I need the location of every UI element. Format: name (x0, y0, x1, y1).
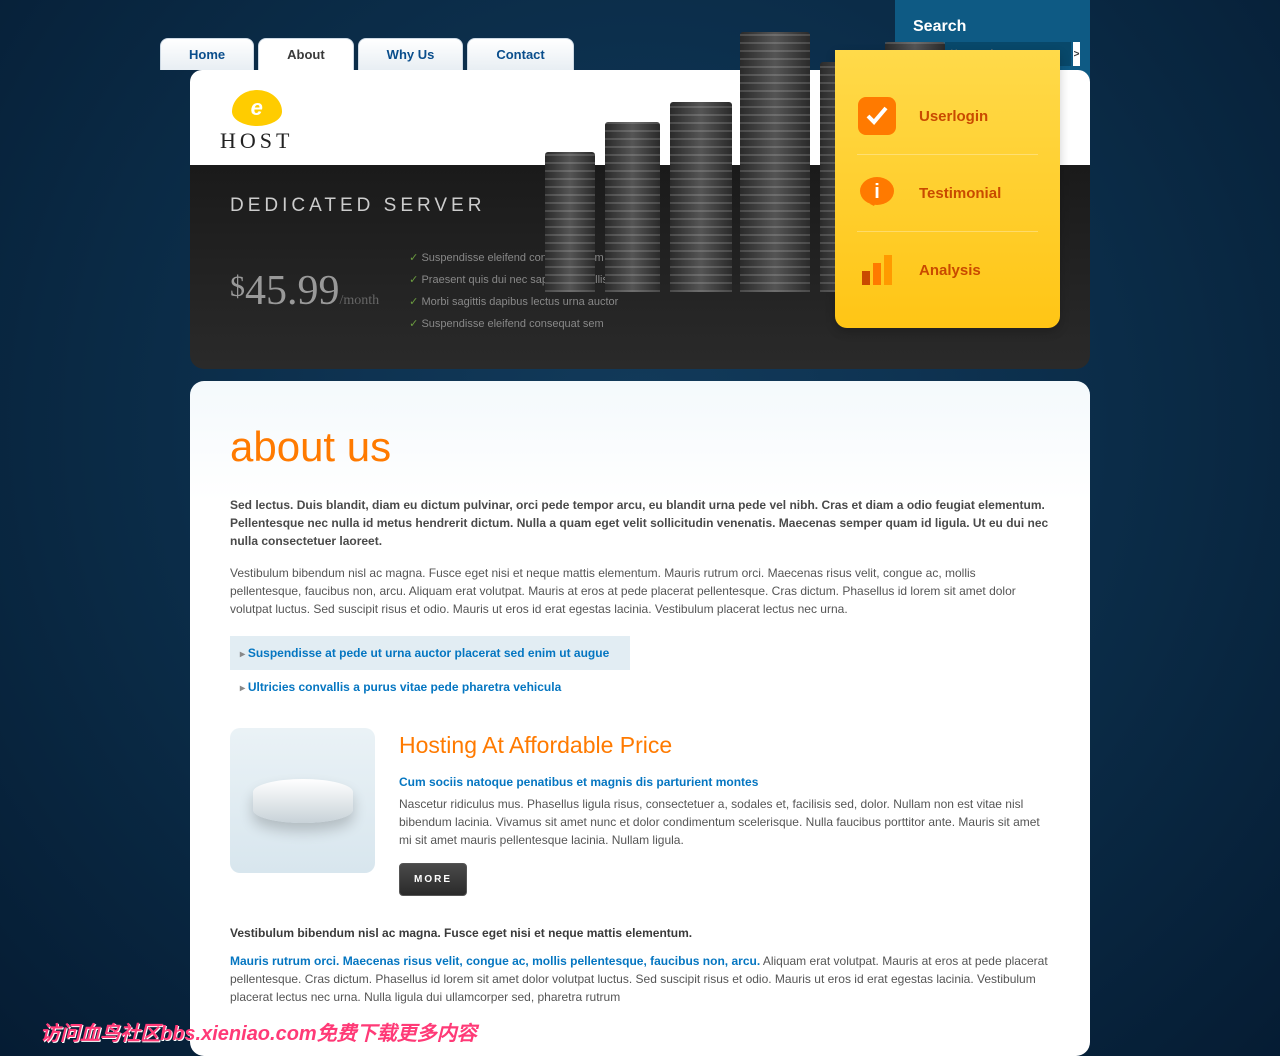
sidebar-item-userlogin[interactable]: Userlogin (857, 78, 1038, 155)
chart-icon (857, 250, 897, 290)
sidebar: Userlogin i Testimonial Analysis (835, 50, 1060, 328)
router-icon (253, 779, 353, 823)
info-icon: i (857, 173, 897, 213)
feature-item: Praesent quis dui nec sapien convallis (409, 269, 709, 291)
check-icon (857, 96, 897, 136)
hosting-text: Nascetur ridiculus mus. Phasellus ligula… (399, 795, 1050, 849)
inline-link[interactable]: Mauris rutrum orci. Maecenas risus velit… (230, 954, 760, 968)
price-display: $45.99/month (230, 267, 379, 315)
tab-home[interactable]: Home (160, 38, 254, 70)
feature-list: Suspendisse eleifend consequat sem Praes… (409, 247, 709, 335)
link-list: Suspendisse at pede ut urna auctor place… (230, 636, 630, 704)
tab-about[interactable]: About (258, 38, 354, 70)
body-text: Vestibulum bibendum nisl ac magna. Fusce… (230, 564, 1050, 618)
logo[interactable]: e HOST (220, 90, 293, 154)
sidebar-item-analysis[interactable]: Analysis (857, 232, 1038, 308)
closing-text: Mauris rutrum orci. Maecenas risus velit… (230, 952, 1050, 1006)
tab-whyus[interactable]: Why Us (358, 38, 464, 70)
main-content: about us Sed lectus. Duis blandit, diam … (190, 381, 1090, 1056)
sidebar-label: Analysis (919, 262, 981, 279)
more-button[interactable]: MORE (399, 863, 467, 896)
search-title: Search (913, 18, 1080, 36)
sidebar-item-testimonial[interactable]: i Testimonial (857, 155, 1038, 232)
logo-text: HOST (220, 128, 293, 154)
logo-badge-icon: e (232, 90, 282, 126)
sidebar-label: Userlogin (919, 108, 988, 125)
sidebar-label: Testimonial (919, 185, 1001, 202)
feature-item: Suspendisse eleifend consequat sem (409, 247, 709, 269)
feature-item: Suspendisse eleifend consequat sem (409, 313, 709, 335)
hosting-subtitle: Cum sociis natoque penatibus et magnis d… (399, 773, 1050, 791)
link-item[interactable]: Ultricies convallis a purus vitae pede p… (230, 670, 630, 704)
page-title: about us (230, 415, 1050, 478)
watermark: 访问血鸟社区bbs.xieniao.com免费下载更多内容 (40, 1017, 477, 1046)
feature-item: Morbi sagittis dapibus lectus urna aucto… (409, 291, 709, 313)
tab-contact[interactable]: Contact (467, 38, 573, 70)
link-item[interactable]: Suspendisse at pede ut urna auctor place… (230, 636, 630, 670)
hosting-title: Hosting At Affordable Price (399, 728, 1050, 763)
bold-text: Vestibulum bibendum nisl ac magna. Fusce… (230, 924, 1050, 942)
search-button[interactable]: > (1073, 42, 1080, 66)
product-image (230, 728, 375, 873)
intro-text: Sed lectus. Duis blandit, diam eu dictum… (230, 496, 1050, 550)
svg-text:i: i (874, 181, 880, 203)
